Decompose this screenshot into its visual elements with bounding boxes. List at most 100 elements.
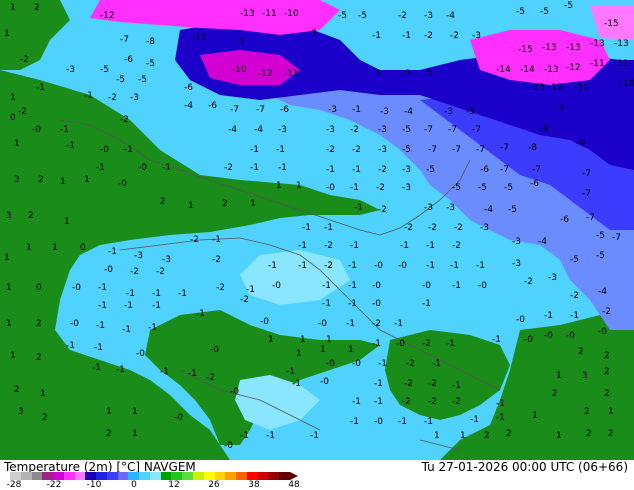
temperature-label: -2 [130, 267, 139, 277]
color-scale-swatch [139, 472, 150, 480]
temperature-label: 1 [52, 243, 58, 253]
temperature-label: -5 [100, 65, 109, 75]
temperature-label: 2 [604, 389, 610, 399]
temperature-label: 1 [434, 431, 440, 441]
temperature-label: 1 [276, 181, 282, 191]
temperature-label: 2 [106, 429, 112, 439]
temperature-label: -0 [72, 283, 81, 293]
temperature-label: -5 [424, 69, 433, 79]
temperature-label: -1 [212, 235, 221, 245]
temperature-label: -1 [322, 299, 331, 309]
temperature-label: -1 [236, 37, 245, 47]
color-scale-swatch [257, 472, 269, 480]
temperature-label: -1 [350, 183, 359, 193]
map-footer: Temperature (2m) [°C] NAVGEM Tu 27-01-20… [0, 460, 634, 490]
temperature-label: -4 [484, 205, 493, 215]
color-scale-swatch [236, 472, 247, 480]
temperature-label: 2 [604, 367, 610, 377]
temperature-label: 2 [484, 431, 490, 441]
temperature-label: -0 [272, 281, 281, 291]
temperature-label: 1 [320, 345, 326, 355]
temperature-label: -2 [156, 267, 165, 277]
color-scale-arrow [289, 472, 298, 480]
temperature-label: -2 [206, 373, 215, 383]
temperature-label: -2 [350, 125, 359, 135]
temperature-label: 1 [4, 29, 10, 39]
temperature-label: -6 [280, 105, 289, 115]
color-scale-swatch [53, 472, 64, 480]
temperature-label: -5 [596, 231, 605, 241]
temperature-label: 0 [36, 283, 42, 293]
temperature-label: -6 [184, 83, 193, 93]
temperature-label: -2 [398, 11, 407, 21]
temperature-label: -0 [318, 319, 327, 329]
temperature-label: -1 [322, 281, 331, 291]
temperature-label: -0 [174, 413, 183, 423]
color-scale-tick: -28 [6, 480, 22, 490]
temperature-label: -1 [246, 285, 255, 295]
temperature-label: -1 [424, 417, 433, 427]
temperature-label: -1 [124, 301, 133, 311]
temperature-label: -2 [570, 291, 579, 301]
temperature-label: 1 [64, 217, 70, 227]
temperature-label: -7 [452, 145, 461, 155]
temperature-label: -3 [162, 255, 171, 265]
temperature-label: -0 [398, 261, 407, 271]
temperature-label: -1 [346, 319, 355, 329]
temperature-label: 1 [556, 431, 562, 441]
temperature-label: -15 [604, 19, 619, 29]
temperature-label: -1 [326, 165, 335, 175]
color-scale-swatch [96, 472, 107, 480]
temperature-label: 1 [132, 407, 138, 417]
temperature-label: -13 [614, 39, 629, 49]
color-scale-swatch [74, 472, 86, 480]
temperature-label: -10 [284, 9, 299, 19]
temperature-label: -3 [134, 251, 143, 261]
temperature-label: -2 [376, 183, 385, 193]
temperature-label: -0 [70, 319, 79, 329]
temperature-label: -2 [404, 223, 413, 233]
temperature-label: -1 [286, 367, 295, 377]
temperature-label: -2 [324, 261, 333, 271]
temperature-label: -4 [184, 101, 193, 111]
temperature-label: -1 [426, 261, 435, 271]
color-scale-swatch [10, 472, 21, 480]
temperature-label: -0 [210, 345, 219, 355]
temperature-label: -2 [428, 223, 437, 233]
temperature-label: -1 [94, 343, 103, 353]
temperature-label: -1 [298, 261, 307, 271]
temperature-label: 1 [296, 349, 302, 359]
color-scale-swatch [279, 472, 290, 480]
temperature-label: -2 [326, 145, 335, 155]
temperature-label: -7 [230, 105, 239, 115]
temperature-label: -1 [348, 281, 357, 291]
temperature-label: 1 [460, 431, 466, 441]
temperature-label: -0 [230, 387, 239, 397]
temperature-label: 1 [608, 407, 614, 417]
temperature-label: -1 [98, 283, 107, 293]
temperature-label: -3 [278, 125, 287, 135]
temperature-label: -1 [240, 431, 249, 441]
temperature-label: 1 [296, 181, 302, 191]
temperature-label: -0 [544, 331, 553, 341]
temperature-label: -5 [402, 125, 411, 135]
temperature-label: -1 [266, 431, 275, 441]
color-scale-tick: 48 [288, 480, 300, 490]
temperature-label: -11 [574, 83, 589, 93]
temperature-label: -1 [378, 359, 387, 369]
temperature-label: -2 [352, 145, 361, 155]
temperature-label: -1 [422, 299, 431, 309]
temperature-map: -12 -13 -11 -10 -5 -5 -2 -3 -4 -5 -5 -5 -15 -7 -8 -11 -1… [0, 0, 634, 460]
temperature-label: -3 [512, 259, 521, 269]
temperature-label: -1 [152, 301, 161, 311]
temperature-label: -7 [448, 125, 457, 135]
temperature-label: -13 [542, 43, 557, 53]
temperature-label: -1 [374, 379, 383, 389]
temperature-label: -4 [254, 125, 263, 135]
temperature-label: -0 [422, 281, 431, 291]
color-scale-swatch [268, 472, 280, 480]
temperature-label: -11 [614, 59, 629, 69]
temperature-label: -8 [146, 37, 155, 47]
temperature-label: -1 [348, 261, 357, 271]
temperature-label: 2 [36, 319, 42, 329]
